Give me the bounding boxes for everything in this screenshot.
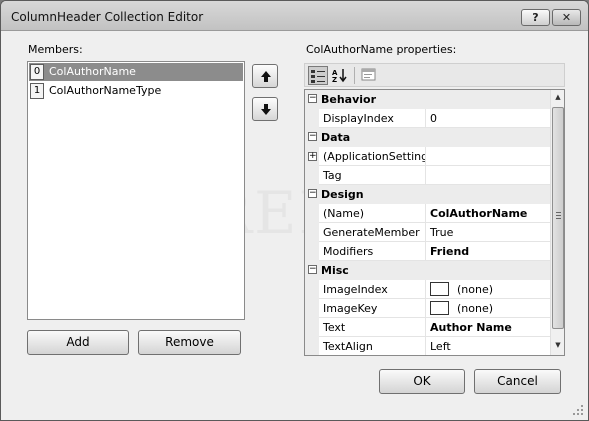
property-row[interactable]: Tag — [305, 166, 550, 185]
image-swatch — [430, 282, 449, 296]
scroll-down-icon[interactable]: ▼ — [553, 341, 563, 351]
property-value[interactable] — [426, 147, 550, 166]
property-row[interactable]: (Name) ColAuthorName — [305, 204, 550, 223]
property-name: Text — [319, 318, 426, 337]
category-behavior[interactable]: − Behavior — [305, 90, 550, 109]
property-value-text: (none) — [457, 283, 494, 296]
window-title: ColumnHeader Collection Editor — [11, 10, 204, 24]
row-gutter — [305, 223, 319, 242]
vertical-scrollbar[interactable]: ▲ ▼ — [550, 90, 564, 355]
toolbar-separator — [354, 67, 355, 84]
property-row[interactable]: ImageKey (none) — [305, 299, 550, 318]
property-value[interactable]: (none) — [426, 299, 550, 318]
list-item[interactable]: 0 ColAuthorName — [29, 63, 243, 81]
property-row[interactable]: DisplayIndex 0 — [305, 109, 550, 128]
row-gutter — [305, 166, 319, 185]
list-item-label: ColAuthorName — [49, 65, 136, 78]
category-design[interactable]: − Design — [305, 185, 550, 204]
expand-icon[interactable]: + — [308, 152, 317, 161]
property-value-text: (none) — [457, 302, 494, 315]
move-down-button[interactable] — [252, 97, 278, 121]
property-row[interactable]: + (ApplicationSetting — [305, 147, 550, 166]
ok-button[interactable]: OK — [379, 369, 465, 394]
scroll-thumb[interactable] — [552, 107, 564, 329]
list-item[interactable]: 1 ColAuthorNameType — [29, 82, 243, 100]
row-gutter — [305, 337, 319, 355]
remove-button[interactable]: Remove — [138, 330, 241, 355]
row-gutter — [305, 299, 319, 318]
collapse-icon[interactable]: − — [308, 189, 317, 198]
property-value[interactable]: Author Name — [426, 318, 550, 337]
collection-editor-window: ColumnHeader Collection Editor ? ✕ O'REI… — [0, 0, 589, 421]
arrow-down-icon — [261, 104, 271, 115]
property-name: TextAlign — [319, 337, 426, 355]
property-value[interactable]: ColAuthorName — [426, 204, 550, 223]
property-name: Tag — [319, 166, 426, 185]
property-name: DisplayIndex — [319, 109, 426, 128]
image-swatch — [430, 301, 449, 315]
properties-label: ColAuthorName properties: — [306, 43, 457, 56]
category-label: Data — [321, 131, 351, 144]
property-name: (Name) — [319, 204, 426, 223]
list-item-index: 0 — [30, 64, 44, 80]
row-gutter — [305, 109, 319, 128]
property-grid[interactable]: − Behavior DisplayIndex 0 − Data + (Appl… — [304, 89, 565, 356]
grip-icon — [556, 212, 561, 219]
row-gutter — [305, 318, 319, 337]
collapse-icon[interactable]: − — [308, 94, 317, 103]
property-value[interactable]: True — [426, 223, 550, 242]
categorized-icon — [311, 70, 325, 83]
scroll-up-icon[interactable]: ▲ — [553, 93, 563, 103]
property-name: ImageKey — [319, 299, 426, 318]
category-label: Misc — [321, 264, 349, 277]
property-row[interactable]: ImageIndex (none) — [305, 280, 550, 299]
property-name: Modifiers — [319, 242, 426, 261]
property-pages-button[interactable] — [359, 66, 379, 85]
help-button[interactable]: ? — [521, 9, 550, 26]
members-label: Members: — [28, 43, 83, 56]
list-item-index: 1 — [30, 83, 44, 99]
categorized-button[interactable] — [308, 66, 328, 85]
arrow-up-icon — [261, 71, 271, 82]
category-misc[interactable]: − Misc — [305, 261, 550, 280]
resize-grip-icon[interactable] — [572, 404, 584, 416]
category-label: Design — [321, 188, 364, 201]
move-up-button[interactable] — [252, 64, 278, 88]
property-pages-icon — [361, 68, 376, 81]
members-list[interactable]: 0 ColAuthorName 1 ColAuthorNameType — [27, 61, 245, 320]
alphabetical-sort-icon: A Z — [332, 69, 347, 83]
property-value[interactable]: 0 — [426, 109, 550, 128]
row-gutter — [305, 280, 319, 299]
property-name: (ApplicationSetting — [319, 147, 426, 166]
property-name: GenerateMember — [319, 223, 426, 242]
cancel-button[interactable]: Cancel — [474, 369, 561, 394]
property-value[interactable]: (none) — [426, 280, 550, 299]
property-name: ImageIndex — [319, 280, 426, 299]
close-button[interactable]: ✕ — [552, 9, 581, 26]
property-value[interactable]: Left — [426, 337, 550, 355]
alphabetical-button[interactable]: A Z — [330, 66, 350, 85]
property-row[interactable]: TextAlign Left — [305, 337, 550, 355]
row-gutter — [305, 204, 319, 223]
svg-text:Z: Z — [332, 76, 337, 83]
add-button[interactable]: Add — [27, 330, 129, 355]
property-value[interactable]: Friend — [426, 242, 550, 261]
collapse-icon[interactable]: − — [308, 265, 317, 274]
property-toolbar: A Z — [304, 63, 565, 87]
property-row[interactable]: Modifiers Friend — [305, 242, 550, 261]
collapse-icon[interactable]: − — [308, 132, 317, 141]
property-value[interactable] — [426, 166, 550, 185]
category-label: Behavior — [321, 93, 377, 106]
list-item-label: ColAuthorNameType — [49, 84, 162, 97]
property-row[interactable]: GenerateMember True — [305, 223, 550, 242]
title-bar[interactable]: ColumnHeader Collection Editor ? ✕ — [1, 1, 588, 31]
row-gutter — [305, 242, 319, 261]
property-row[interactable]: Text Author Name — [305, 318, 550, 337]
category-data[interactable]: − Data — [305, 128, 550, 147]
